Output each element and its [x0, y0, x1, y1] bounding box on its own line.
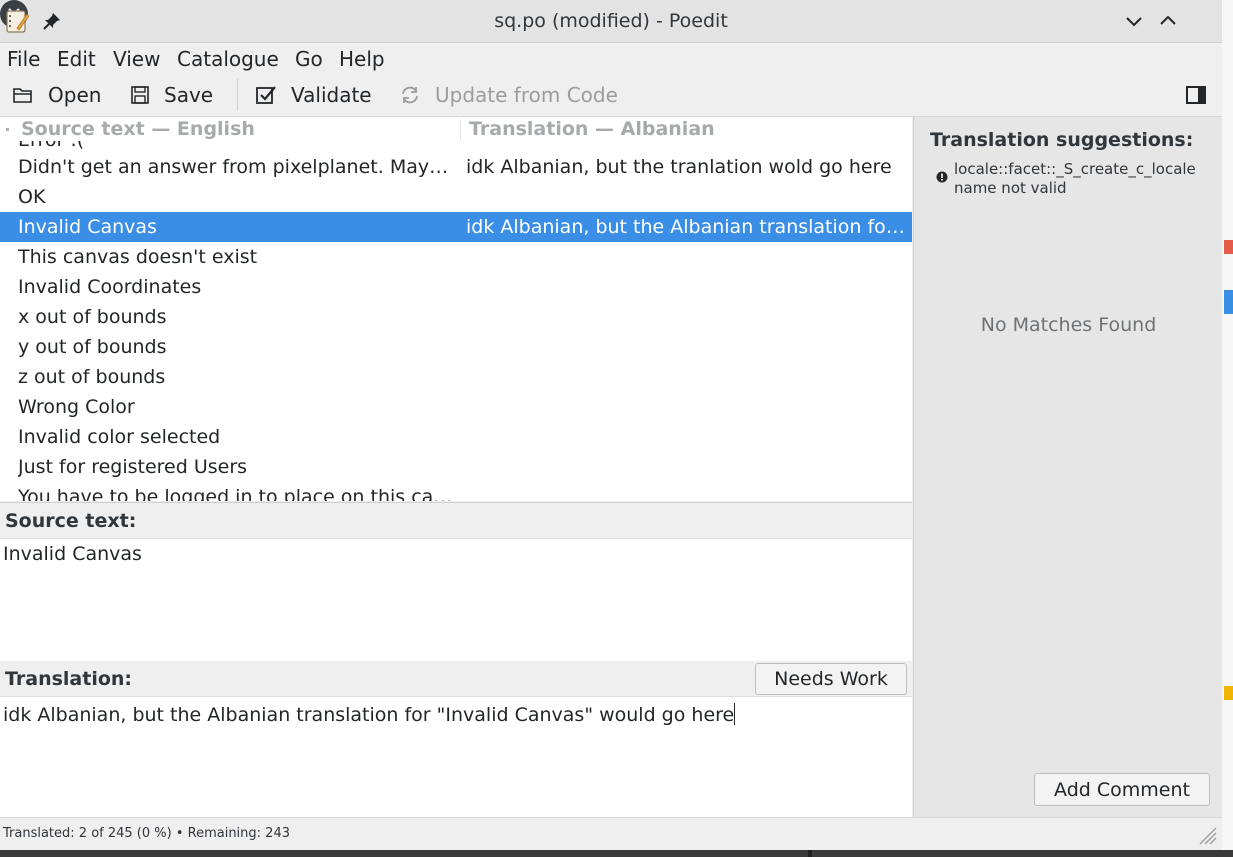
list-item[interactable]: Invalid Coordinates	[0, 272, 912, 302]
error-line-2: name not valid	[954, 179, 1067, 197]
text-caret	[734, 703, 736, 725]
list-item[interactable]: Invalid color selected	[0, 422, 912, 452]
save-label: Save	[164, 83, 214, 107]
source-cell: x out of bounds	[18, 306, 167, 328]
save-button[interactable]: Save	[130, 75, 213, 115]
column-divider[interactable]	[460, 119, 461, 140]
list-item[interactable]: Just for registered Users	[0, 452, 912, 482]
minimize-button[interactable]	[1121, 8, 1147, 34]
status-text: Translated: 2 of 245 (0 %) • Remaining: …	[3, 826, 290, 841]
checkbox-check-icon	[256, 86, 276, 104]
list-item[interactable]: Wrong Color	[0, 392, 912, 422]
source-text-label: Source text:	[5, 510, 137, 532]
source-cell: This canvas doesn't exist	[18, 246, 258, 268]
background-window-edge	[1222, 0, 1233, 857]
source-cell: Invalid color selected	[18, 426, 221, 448]
update-label: Update from Code	[435, 83, 618, 107]
list-item-selected[interactable]: Invalid Canvas idk Albanian, but the Alba…	[0, 212, 912, 242]
source-cell: Didn't get an answer from pixelplanet. M…	[18, 156, 458, 178]
list-item[interactable]: Didn't get an answer from pixelplanet. M…	[0, 152, 912, 182]
suggestion-error: locale::facet::_S_create_c_locale name n…	[954, 160, 1212, 198]
poedit-window: sq.po (modified) - Poedit File Edit View…	[0, 0, 1222, 850]
save-icon	[131, 86, 149, 104]
source-cell: Invalid Coordinates	[18, 276, 202, 298]
toolbar-separator	[237, 79, 238, 111]
status-bar: Translated: 2 of 245 (0 %) • Remaining: …	[0, 817, 1222, 850]
column-header-source[interactable]: Source text — English	[21, 118, 255, 140]
folder-open-icon	[13, 88, 32, 103]
source-cell: OK	[18, 186, 46, 208]
menu-edit[interactable]: Edit	[57, 47, 96, 71]
background-mark	[1224, 686, 1233, 700]
list-item[interactable]: This canvas doesn't exist	[0, 242, 912, 272]
title-bar[interactable]: sq.po (modified) - Poedit	[0, 0, 1222, 43]
error-line-1: locale::facet::_S_create_c_locale	[954, 160, 1196, 178]
update-from-code-button[interactable]: Update from Code	[399, 75, 618, 115]
source-pane: Source text: Invalid Canvas	[0, 502, 912, 662]
translation-list[interactable]: Error :( Source text — English Translati…	[0, 117, 912, 501]
source-cell: Invalid Canvas	[18, 216, 157, 238]
translation-label: Translation:	[5, 668, 133, 690]
background-mark	[1224, 240, 1233, 254]
list-item[interactable]: y out of bounds	[0, 332, 912, 362]
source-cell: Just for registered Users	[18, 456, 248, 478]
source-text: Invalid Canvas	[3, 543, 142, 565]
open-button[interactable]: Open	[12, 75, 101, 115]
column-header-translation[interactable]: Translation — Albanian	[469, 118, 715, 140]
maximize-button[interactable]	[1155, 8, 1181, 34]
list-item[interactable]: z out of bounds	[0, 362, 912, 392]
no-matches-text: No Matches Found	[980, 314, 1157, 336]
source-cell: You have to be logged in to place on thi…	[18, 486, 458, 501]
translation-label-bar: Translation: Needs Work	[0, 661, 912, 697]
background-mark	[1224, 290, 1233, 314]
translation-text: idk Albanian, but the Albanian translati…	[3, 704, 735, 726]
sidebar-toggle-icon[interactable]	[1185, 84, 1207, 106]
resize-grip-icon[interactable]	[1194, 822, 1218, 846]
translation-pane: Translation: Needs Work idk Albanian, bu…	[0, 661, 912, 817]
needs-work-button[interactable]: Needs Work	[755, 663, 907, 695]
menu-help[interactable]: Help	[339, 47, 385, 71]
column-grip[interactable]	[6, 128, 9, 131]
menu-bar: File Edit View Catalogue Go Help	[0, 43, 1222, 74]
list-item[interactable]: You have to be logged in to place on thi…	[0, 482, 912, 501]
error-icon	[936, 171, 948, 183]
open-label: Open	[48, 83, 102, 107]
list-item[interactable]: OK	[0, 182, 912, 212]
menu-view[interactable]: View	[113, 47, 160, 71]
suggestions-title: Translation suggestions:	[930, 129, 1194, 151]
source-label-bar: Source text:	[0, 503, 912, 539]
window-title: sq.po (modified) - Poedit	[494, 10, 728, 32]
translation-cell: idk Albanian, but the tranlation wold go…	[466, 156, 892, 178]
menu-file[interactable]: File	[7, 47, 40, 71]
source-cell: y out of bounds	[18, 336, 167, 358]
add-comment-button[interactable]: Add Comment	[1034, 773, 1210, 806]
desktop-gap	[808, 850, 812, 857]
translation-editor[interactable]: idk Albanian, but the Albanian translati…	[3, 703, 736, 726]
menu-go[interactable]: Go	[295, 47, 323, 71]
list-header: Source text — English Translation — Alba…	[0, 117, 912, 141]
suggestions-sidebar: Translation suggestions: locale::facet::…	[913, 117, 1222, 817]
toolbar: Open Save Validate Update from Code	[0, 75, 1222, 117]
validate-label: Validate	[291, 83, 372, 107]
source-cell: Wrong Color	[18, 396, 135, 418]
list-item[interactable]: x out of bounds	[0, 302, 912, 332]
desktop-edge	[0, 850, 1233, 857]
menu-catalogue[interactable]: Catalogue	[177, 47, 279, 71]
translation-cell: idk Albanian, but the Albanian translati…	[466, 216, 906, 238]
refresh-icon	[402, 86, 418, 104]
validate-button[interactable]: Validate	[255, 75, 372, 115]
source-cell: z out of bounds	[18, 366, 166, 388]
